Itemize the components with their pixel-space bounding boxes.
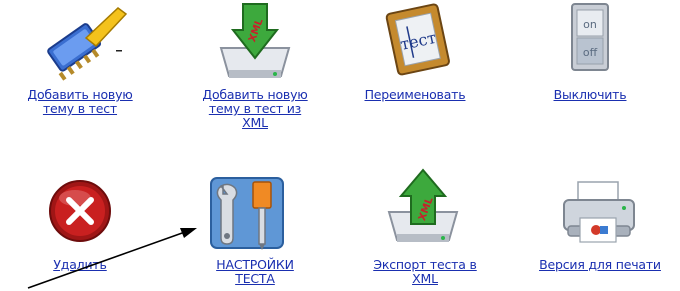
settings-label-line-1[interactable]: НАСТРОЙКИ bbox=[175, 258, 335, 272]
toggle-off-label[interactable]: Выключить bbox=[510, 88, 670, 102]
add-topic-xml-label-line-1[interactable]: Добавить новую bbox=[175, 88, 335, 102]
add-topic-xml-label-line-2[interactable]: тему в тест из bbox=[175, 102, 335, 116]
export-xml-label-line-1[interactable]: Экспорт теста в bbox=[345, 258, 505, 272]
rename-action[interactable]: тест Переименовать bbox=[335, 0, 495, 145]
switch-on-text: on bbox=[583, 18, 597, 31]
xml-export-icon[interactable]: XML bbox=[383, 168, 463, 248]
add-topic-from-xml-action[interactable]: XML Добавить новую тему в тест из XML bbox=[175, 0, 335, 145]
switch-off-text: off bbox=[583, 46, 598, 59]
printer-icon[interactable] bbox=[560, 180, 640, 250]
test-settings-action[interactable]: НАСТРОЙКИ ТЕСТА bbox=[175, 170, 335, 290]
delete-icon[interactable] bbox=[45, 176, 115, 246]
add-topic-action[interactable]: Добавить новую тему в тест bbox=[0, 0, 160, 145]
export-xml-label-line-2[interactable]: XML bbox=[345, 272, 505, 286]
export-xml-action[interactable]: XML Экспорт теста в XML bbox=[345, 168, 505, 290]
delete-action[interactable]: Удалить bbox=[0, 170, 160, 290]
toggle-off-action[interactable]: on off Выключить bbox=[510, 0, 670, 145]
add-topic-label-line-2[interactable]: тему в тест bbox=[0, 102, 160, 116]
print-version-action[interactable]: Версия для печати bbox=[520, 170, 680, 290]
settings-label-line-2[interactable]: ТЕСТА bbox=[175, 272, 335, 286]
print-version-label[interactable]: Версия для печати bbox=[520, 258, 680, 272]
rename-label[interactable]: Переименовать bbox=[335, 88, 495, 102]
delete-label[interactable]: Удалить bbox=[0, 258, 160, 272]
rename-icon[interactable]: тест bbox=[380, 0, 460, 80]
add-topic-label-line-1[interactable]: Добавить новую bbox=[0, 88, 160, 102]
add-topic-xml-label-line-3[interactable]: XML bbox=[175, 116, 335, 130]
settings-tools-icon[interactable] bbox=[207, 172, 287, 252]
on-off-switch-icon[interactable]: on off bbox=[570, 0, 610, 75]
add-topic-icon[interactable] bbox=[36, 0, 128, 81]
xml-import-icon[interactable]: XML bbox=[215, 0, 295, 85]
